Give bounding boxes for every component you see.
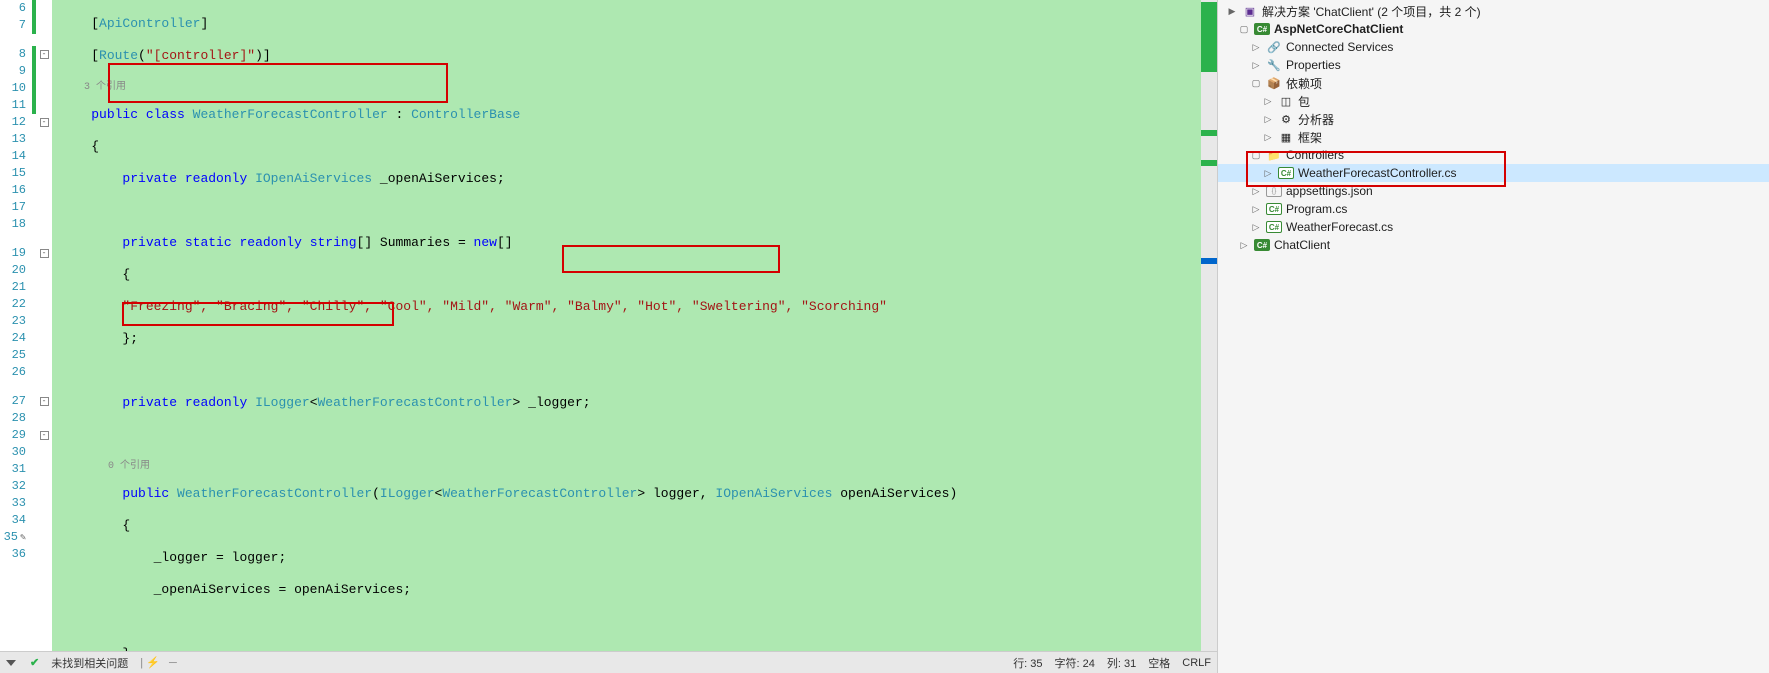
fold-toggle[interactable]: - bbox=[40, 249, 49, 258]
tree-item[interactable]: ▷ ◫ 包 bbox=[1218, 92, 1769, 110]
status-issues[interactable]: 未找到相关问题 bbox=[51, 655, 128, 671]
tree-label: WeatherForecast.cs bbox=[1286, 220, 1393, 234]
fold-toggle[interactable]: - bbox=[40, 431, 49, 440]
tree-label: 包 bbox=[1298, 93, 1310, 110]
tree-label: WeatherForecastController.cs bbox=[1298, 166, 1457, 180]
tree-item[interactable]: ▢ 📦 依赖项 bbox=[1218, 74, 1769, 92]
csharp-project-icon: C# bbox=[1254, 23, 1270, 35]
tree-item[interactable]: ▷ C# Program.cs bbox=[1218, 200, 1769, 218]
status-bar: ✔ 未找到相关问题 | ⚡ ─ 行: 35 字符: 24 列: 31 空格 CR… bbox=[0, 651, 1217, 673]
editor-pane: 67 891011 12131415 161718 19202122 23242… bbox=[0, 0, 1218, 673]
properties-icon: 🔧 bbox=[1266, 57, 1282, 73]
tree-item[interactable]: ▷ C# WeatherForecast.cs bbox=[1218, 218, 1769, 236]
project-node[interactable]: ▢ C# AspNetCoreChatClient bbox=[1218, 20, 1769, 38]
scroll-indicator[interactable] bbox=[1201, 0, 1217, 651]
csharp-file-icon: C# bbox=[1266, 221, 1282, 233]
csharp-file-icon: C# bbox=[1266, 203, 1282, 215]
tree-label: 依赖项 bbox=[1286, 75, 1322, 92]
project-label: ChatClient bbox=[1274, 238, 1330, 252]
tree-label: Properties bbox=[1286, 58, 1341, 72]
string-literal: "[controller]" bbox=[146, 48, 255, 63]
folder-icon: 📁 bbox=[1266, 147, 1282, 163]
status-indent[interactable]: 空格 bbox=[1148, 655, 1170, 671]
fold-toggle[interactable]: - bbox=[40, 118, 49, 127]
tree-label: 分析器 bbox=[1298, 111, 1334, 128]
tree-label: Program.cs bbox=[1286, 202, 1347, 216]
codelens-references[interactable]: 0 个引用 bbox=[108, 461, 150, 472]
line-number-gutter: 67 891011 12131415 161718 19202122 23242… bbox=[0, 0, 32, 651]
status-col[interactable]: 列: 31 bbox=[1107, 655, 1136, 671]
status-line[interactable]: 行: 35 bbox=[1013, 655, 1042, 671]
codelens-references[interactable]: 3 个引用 bbox=[84, 82, 126, 93]
tree-item[interactable]: ▷ ⚙ 分析器 bbox=[1218, 110, 1769, 128]
tree-label: appsettings.json bbox=[1286, 184, 1373, 198]
fold-toggle[interactable]: - bbox=[40, 50, 49, 59]
attribute: ApiController bbox=[99, 16, 200, 31]
code-content[interactable]: [ApiController] [Route("[controller]")] … bbox=[52, 0, 1201, 651]
tree-item[interactable]: ▷ ▦ 框架 bbox=[1218, 128, 1769, 146]
fold-gutter[interactable]: - - - - - bbox=[36, 0, 52, 651]
solution-root[interactable]: ▶ ▣ 解决方案 'ChatClient' (2 个项目，共 2 个) bbox=[1218, 2, 1769, 20]
tree-item[interactable]: ▷ 🔗 Connected Services bbox=[1218, 38, 1769, 56]
solution-label: 解决方案 'ChatClient' (2 个项目，共 2 个) bbox=[1262, 3, 1481, 20]
project-node[interactable]: ▷ C# ChatClient bbox=[1218, 236, 1769, 254]
tree-label: 框架 bbox=[1298, 129, 1322, 146]
fold-toggle[interactable]: - bbox=[40, 397, 49, 406]
dependencies-icon: 📦 bbox=[1266, 75, 1282, 91]
package-icon: ◫ bbox=[1278, 93, 1294, 109]
solution-icon: ▣ bbox=[1242, 3, 1258, 19]
tree-label: Controllers bbox=[1286, 148, 1344, 162]
csharp-file-icon: C# bbox=[1278, 167, 1294, 179]
json-file-icon: {} bbox=[1266, 186, 1282, 197]
tree-item[interactable]: ▷ {} appsettings.json bbox=[1218, 182, 1769, 200]
analyzer-icon: ⚙ bbox=[1278, 111, 1294, 127]
tree-label: Connected Services bbox=[1286, 40, 1393, 54]
status-char[interactable]: 字符: 24 bbox=[1055, 655, 1095, 671]
attribute: Route bbox=[99, 48, 138, 63]
solution-explorer[interactable]: ▶ ▣ 解决方案 'ChatClient' (2 个项目，共 2 个) ▢ C#… bbox=[1218, 0, 1769, 673]
check-icon: ✔ bbox=[30, 656, 39, 669]
dropdown-icon[interactable] bbox=[6, 660, 16, 666]
code-area[interactable]: 67 891011 12131415 161718 19202122 23242… bbox=[0, 0, 1217, 651]
framework-icon: ▦ bbox=[1278, 129, 1294, 145]
tree-item[interactable]: ▷ 🔧 Properties bbox=[1218, 56, 1769, 74]
project-label: AspNetCoreChatClient bbox=[1274, 22, 1403, 36]
csharp-project-icon: C# bbox=[1254, 239, 1270, 251]
tree-item-controllers[interactable]: ▢ 📁 Controllers bbox=[1218, 146, 1769, 164]
tree-item-weather-controller[interactable]: ▷ C# WeatherForecastController.cs bbox=[1218, 164, 1769, 182]
status-eol[interactable]: CRLF bbox=[1182, 657, 1211, 669]
connected-services-icon: 🔗 bbox=[1266, 39, 1282, 55]
